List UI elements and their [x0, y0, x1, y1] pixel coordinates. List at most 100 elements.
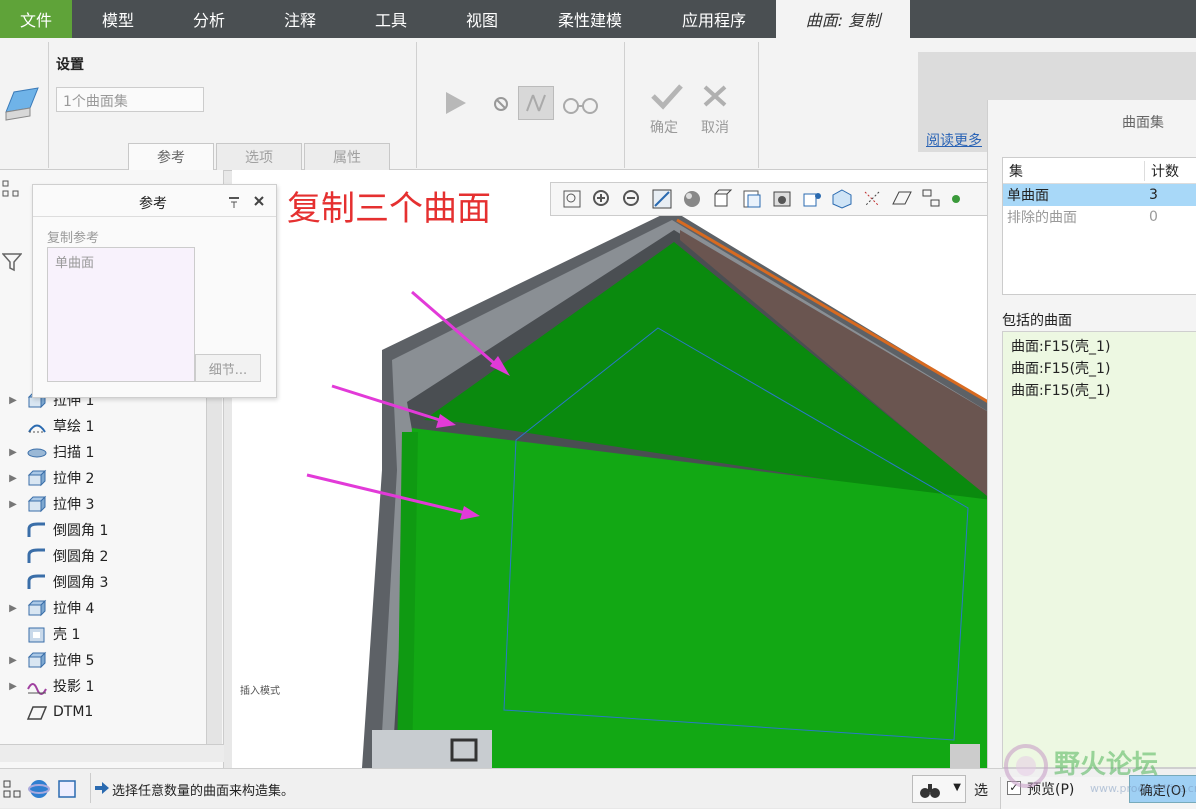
confirm-button[interactable]: 确定	[650, 117, 678, 137]
round-icon	[27, 548, 45, 563]
extrude-icon	[27, 599, 47, 617]
ok-button[interactable]: 确定(O)	[1129, 775, 1196, 803]
binoculars-icon	[920, 784, 940, 798]
included-surfaces-list[interactable]: 曲面:F15(壳_1) 曲面:F15(壳_1) 曲面:F15(壳_1)	[1002, 331, 1196, 768]
zoom-in-icon[interactable]	[591, 188, 613, 210]
round-icon	[27, 522, 45, 537]
refit-icon[interactable]	[651, 188, 673, 210]
pin-icon[interactable]	[227, 195, 241, 209]
tree-item[interactable]: ▶ 拉伸 5	[0, 647, 94, 673]
tree-item[interactable]: 倒圆角 2	[0, 543, 108, 569]
tree-item[interactable]: ▶ 扫描 1	[0, 439, 94, 465]
details-button[interactable]: 细节...	[195, 354, 261, 382]
tree-item[interactable]: 倒圆角 1	[0, 517, 108, 543]
saved-views-icon[interactable]	[711, 188, 733, 210]
section-icon[interactable]	[801, 188, 823, 210]
stop-icon[interactable]	[492, 95, 510, 113]
ref-collector[interactable]: 单曲面	[47, 247, 195, 382]
tree-item[interactable]: ▶ 拉伸 4	[0, 595, 94, 621]
perspective-icon[interactable]	[771, 188, 793, 210]
find-dropdown[interactable]: ▼	[912, 775, 966, 803]
close-icon[interactable]	[702, 84, 728, 108]
tree-item-label: 倒圆角 1	[53, 523, 109, 539]
menu-tab-surface-copy[interactable]: 曲面: 复制	[776, 0, 910, 38]
tree-hscrollbar[interactable]	[0, 744, 224, 762]
copy-surface-icon	[5, 87, 39, 121]
sets-row[interactable]: 排除的曲面 0	[1003, 206, 1196, 228]
tab-properties[interactable]: 属性	[304, 143, 390, 171]
panel-title: 曲面集	[1122, 115, 1164, 131]
tree-toggle-icon[interactable]	[2, 779, 22, 799]
check-icon[interactable]	[650, 82, 684, 110]
spin-center-icon[interactable]	[831, 188, 853, 210]
round-icon	[27, 574, 45, 589]
more-icon[interactable]	[951, 188, 961, 210]
zoom-fit-icon[interactable]	[561, 188, 583, 210]
tab-references[interactable]: 参考	[128, 143, 214, 171]
model-tree-icon[interactable]	[2, 180, 20, 198]
plane-display-icon[interactable]	[891, 188, 913, 210]
verify-mode-button[interactable]	[518, 86, 554, 120]
view-manager-icon[interactable]	[741, 188, 763, 210]
sets-table: 集 计数 单曲面 3 排除的曲面 0	[1002, 157, 1196, 295]
list-item[interactable]: 曲面:F15(壳_1)	[1011, 380, 1188, 402]
graphics-viewport[interactable]: 插入模式	[232, 170, 988, 768]
annotation-text: 复制三个曲面	[287, 189, 491, 229]
menu-tab-flexible[interactable]: 柔性建模	[528, 0, 652, 38]
extrude-icon	[27, 495, 47, 513]
glasses-icon[interactable]	[562, 93, 600, 115]
menu-tab-file[interactable]: 文件	[0, 0, 72, 38]
tree-item-label: 拉伸 4	[53, 601, 95, 617]
menu-tab-tools[interactable]: 工具	[346, 0, 436, 38]
display-style-icon[interactable]	[681, 188, 703, 210]
tree-item[interactable]: 倒圆角 3	[0, 569, 108, 595]
tree-item[interactable]: 草绘 1	[0, 413, 94, 439]
insert-mode-label: 插入模式	[240, 686, 280, 697]
menu-tab-analysis[interactable]: 分析	[164, 0, 254, 38]
tree-scrollbar[interactable]	[206, 350, 222, 750]
tree-item[interactable]: ▶ 投影 1	[0, 673, 94, 699]
expand-arrow-icon[interactable]: ▶	[0, 395, 26, 406]
expand-arrow-icon[interactable]: ▶	[0, 655, 26, 666]
sets-row-selected[interactable]: 单曲面 3	[1003, 184, 1196, 206]
included-surfaces-label: 包括的曲面	[1002, 313, 1072, 329]
copy-ref-label: 复制参考	[47, 231, 100, 246]
read-more-link[interactable]: 阅读更多	[926, 130, 982, 150]
extrude-icon	[27, 469, 47, 487]
tree-item[interactable]: ▶ 拉伸 2	[0, 465, 94, 491]
surface-set-collector[interactable]: 1个曲面集	[56, 87, 204, 112]
tree-item[interactable]: ▶ 拉伸 3	[0, 491, 94, 517]
expand-arrow-icon[interactable]: ▶	[0, 681, 26, 692]
set-count: 3	[1149, 187, 1158, 203]
menu-tab-annotate[interactable]: 注释	[254, 0, 346, 38]
play-icon[interactable]	[444, 90, 468, 116]
fullscreen-icon[interactable]	[57, 779, 77, 799]
tree-item-label: 壳 1	[53, 627, 81, 643]
ref-collector-item[interactable]: 单曲面	[48, 248, 194, 275]
preview-checkbox[interactable]: ✓	[1007, 781, 1021, 795]
tab-options[interactable]: 选项	[216, 143, 302, 171]
list-item[interactable]: 曲面:F15(壳_1)	[1011, 336, 1188, 358]
model-3d-view[interactable]	[232, 170, 988, 768]
popup-close-icon[interactable]	[253, 195, 265, 207]
zoom-out-icon[interactable]	[621, 188, 643, 210]
datum-display-icon[interactable]	[861, 188, 883, 210]
expand-arrow-icon[interactable]: ▶	[0, 499, 26, 510]
set-count: 0	[1149, 209, 1158, 225]
tree-item[interactable]: 壳 1	[0, 621, 80, 647]
cancel-button[interactable]: 取消	[701, 117, 729, 137]
annotation-display-icon[interactable]	[921, 188, 943, 210]
browser-icon[interactable]	[28, 778, 50, 800]
list-item[interactable]: 曲面:F15(壳_1)	[1011, 358, 1188, 380]
menu-tab-view[interactable]: 视图	[436, 0, 528, 38]
expand-arrow-icon[interactable]: ▶	[0, 447, 26, 458]
tree-item-label: 倒圆角 3	[53, 575, 109, 591]
expand-arrow-icon[interactable]: ▶	[0, 473, 26, 484]
filter-icon[interactable]	[2, 252, 22, 272]
sketch-icon	[28, 424, 46, 433]
menu-tab-model[interactable]: 模型	[72, 0, 164, 38]
expand-arrow-icon[interactable]: ▶	[0, 603, 26, 614]
message-arrow-icon	[95, 782, 109, 794]
menu-tab-apps[interactable]: 应用程序	[652, 0, 776, 38]
tree-item[interactable]: DTM1	[0, 699, 93, 725]
